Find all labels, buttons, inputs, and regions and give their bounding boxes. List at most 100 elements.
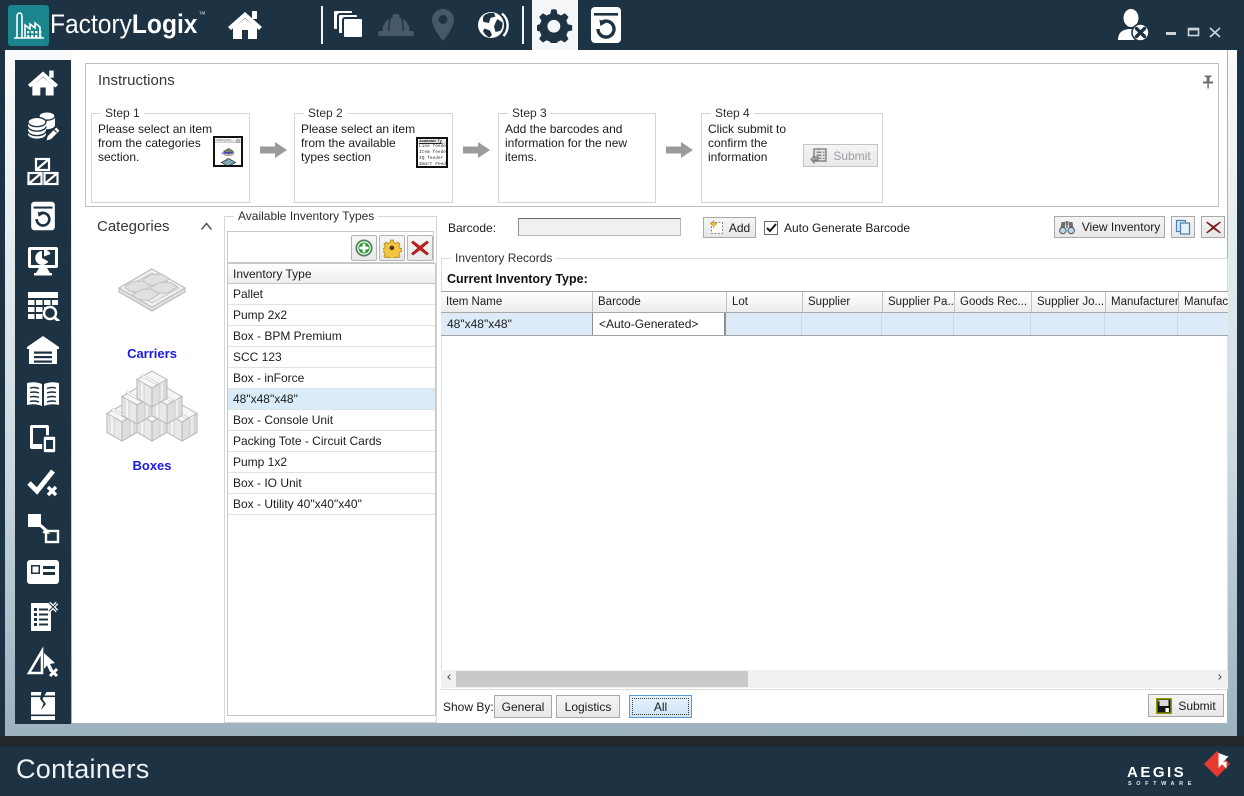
list-item[interactable]: Box - inForce [228, 368, 435, 389]
home-icon[interactable] [26, 66, 60, 100]
list-item[interactable]: Box - Console Unit [228, 410, 435, 431]
ruler-cursor-icon[interactable] [26, 644, 60, 678]
add-type-button[interactable] [351, 235, 377, 261]
toolbar-divider [522, 6, 524, 44]
record-item-name[interactable]: 48"x48"x48" [441, 313, 593, 335]
list-item[interactable]: Pallet [228, 284, 435, 305]
step-4-submit-button[interactable]: Submit [803, 144, 878, 167]
delete-record-button[interactable] [1201, 216, 1225, 238]
step-4-label: Step 4 [711, 106, 754, 120]
boxes-stack-icon[interactable] [106, 364, 198, 450]
available-types-column-header[interactable]: Inventory Type [228, 263, 435, 284]
list-item-selected[interactable]: 48"x48"x48" [228, 389, 435, 410]
home-icon[interactable] [226, 0, 264, 50]
checkmarks-icon[interactable] [26, 466, 60, 500]
devices-icon[interactable] [26, 422, 60, 456]
copy-blue-pages-icon [1175, 219, 1191, 235]
factorylogix-logo [8, 5, 49, 46]
close-button[interactable] [1204, 0, 1226, 50]
step-3-text: Add the barcodes and information for the… [505, 122, 627, 164]
column-header[interactable]: Goods Rec... [955, 292, 1032, 312]
view-inventory-button[interactable]: View Inventory [1054, 216, 1165, 238]
barcode-input[interactable] [518, 218, 681, 236]
carriers-tray-icon[interactable] [118, 268, 186, 320]
delete-type-button[interactable] [407, 235, 433, 261]
column-header[interactable]: Item Name [441, 292, 593, 312]
column-header[interactable]: Manufacturer [1106, 292, 1179, 312]
gear-yellow-icon [383, 239, 402, 258]
barcode-label: Barcode: [448, 221, 496, 235]
submit-button-label: Submit [1178, 699, 1215, 713]
pushpin-icon[interactable] [1202, 75, 1214, 89]
delete-red-x-icon [411, 240, 429, 256]
scroll-left-arrow[interactable]: ‹ [441, 670, 457, 688]
globe-icon[interactable] [474, 0, 512, 50]
floppy-disk-icon [1156, 698, 1172, 714]
status-bar: Containers AEGIS SOFTWARE [0, 746, 1244, 796]
scrollbar-thumb[interactable] [456, 671, 748, 687]
move-box-icon[interactable] [26, 511, 60, 545]
record-barcode[interactable]: <Auto-Generated> [592, 313, 726, 335]
column-header[interactable]: Lot [727, 292, 803, 312]
monitor-chart-icon[interactable] [26, 244, 60, 278]
collapse-chevron-icon[interactable] [200, 222, 213, 231]
backup-restore-icon[interactable] [26, 199, 60, 233]
user-logout-icon[interactable] [1114, 0, 1154, 50]
record-supplier[interactable] [802, 313, 882, 335]
location-pin-icon[interactable] [430, 0, 456, 50]
horizontal-scrollbar[interactable]: ‹ › [441, 670, 1228, 688]
damaged-box-icon[interactable] [26, 689, 60, 723]
list-item[interactable]: Box - Utility 40"x40"x40" [228, 494, 435, 515]
maximize-button[interactable] [1182, 0, 1204, 50]
add-button-label: Add [729, 221, 750, 235]
record-supplier-job[interactable] [1031, 313, 1105, 335]
submit-button[interactable]: Submit [1148, 694, 1224, 717]
record-manufacturer[interactable] [1105, 313, 1178, 335]
column-header[interactable]: Supplier [803, 292, 883, 312]
step-4-text: Click submit to confirm the information [708, 122, 786, 164]
step-arrow-icon [666, 142, 693, 158]
category-boxes[interactable]: Boxes [92, 458, 212, 473]
record-row[interactable]: 48"x48"x48" <Auto-Generated> [441, 313, 1228, 336]
notepad-delete-icon[interactable] [26, 600, 60, 634]
warehouse-icon[interactable] [26, 333, 60, 367]
available-types-list: Inventory Type Pallet Pump 2x2 Box - BPM… [227, 263, 436, 716]
column-header[interactable]: Manufac... [1179, 292, 1228, 312]
stacked-blocks-icon[interactable] [26, 155, 60, 189]
list-item[interactable]: SCC 123 [228, 347, 435, 368]
hardhat-icon[interactable] [376, 0, 416, 50]
table-search-icon[interactable] [26, 288, 60, 322]
list-item[interactable]: Packing Tote - Circuit Cards [228, 431, 435, 452]
scroll-right-arrow[interactable]: › [1212, 670, 1228, 688]
delete-dark-red-x-icon [1206, 221, 1221, 234]
filter-all-button[interactable]: All [629, 695, 692, 718]
backup-restore-icon[interactable] [584, 0, 628, 50]
list-item[interactable]: Box - IO Unit [228, 473, 435, 494]
edit-type-button[interactable] [379, 235, 405, 261]
record-goods-received[interactable] [954, 313, 1031, 335]
list-item[interactable]: Box - BPM Premium [228, 326, 435, 347]
auto-generate-checkbox[interactable] [764, 221, 778, 235]
minimize-button[interactable] [1160, 0, 1182, 50]
step-4-submit-label: Submit [833, 149, 870, 163]
record-manufacturer-2[interactable] [1178, 313, 1228, 335]
list-item[interactable]: Pump 2x2 [228, 305, 435, 326]
column-header[interactable]: Supplier Pa... [883, 292, 955, 312]
list-item[interactable]: Pump 1x2 [228, 452, 435, 473]
title-bar: FactoryLogix™ [0, 0, 1244, 50]
column-header[interactable]: Supplier Jo... [1032, 292, 1106, 312]
category-carriers[interactable]: Carriers [92, 346, 212, 361]
brand-light: Factory [50, 9, 132, 39]
filter-general-button[interactable]: General [494, 695, 552, 718]
column-header[interactable]: Barcode [593, 292, 727, 312]
copy-records-button[interactable] [1171, 216, 1195, 238]
open-book-icon[interactable] [26, 377, 60, 411]
database-edit-icon[interactable] [26, 110, 60, 144]
copy-pages-icon[interactable] [330, 0, 368, 50]
id-card-icon[interactable] [26, 555, 60, 589]
add-button[interactable]: Add [703, 217, 756, 238]
record-lot[interactable] [726, 313, 802, 335]
gear-icon[interactable] [532, 0, 578, 50]
filter-logistics-button[interactable]: Logistics [556, 695, 620, 718]
record-supplier-part[interactable] [882, 313, 954, 335]
